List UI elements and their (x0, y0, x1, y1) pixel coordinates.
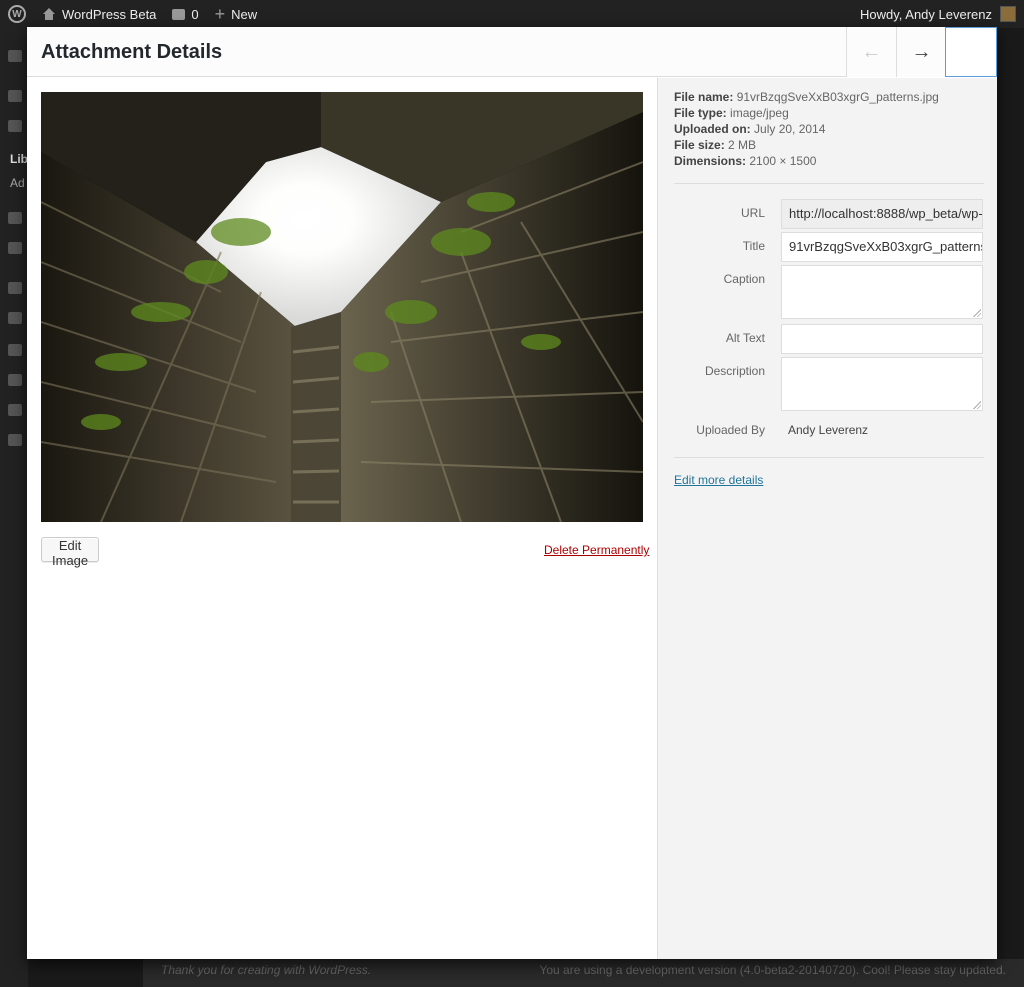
file-info: File name: 91vrBzqgSveXxB03xgrG_patterns… (674, 89, 939, 169)
admin-sidebar: Lib Ad (0, 28, 28, 987)
resize-handle-icon[interactable] (973, 309, 981, 317)
sidebar-add-label: Ad (10, 176, 25, 190)
plugins-icon (8, 312, 22, 324)
file-name-row: File name: 91vrBzqgSveXxB03xgrG_patterns… (674, 89, 939, 105)
dimensions-row: Dimensions: 2100 × 1500 (674, 153, 939, 169)
file-type-value: image/jpeg (730, 106, 789, 120)
file-size-value: 2 MB (728, 138, 757, 152)
attachment-image (41, 92, 643, 522)
edit-more-details-link[interactable]: Edit more details (674, 473, 763, 487)
admin-footer: Thank you for creating with WordPress. Y… (143, 959, 1024, 987)
dashboard-icon (8, 50, 22, 62)
close-button[interactable] (945, 27, 997, 77)
home-icon (42, 8, 56, 20)
file-type-label: File type: (674, 106, 727, 120)
description-label: Description (704, 364, 765, 378)
divider (674, 457, 984, 458)
attachment-details-modal: Attachment Details ← → Edit Image Delete… (27, 27, 997, 959)
previous-button[interactable]: ← (846, 27, 896, 77)
comments-icon (8, 242, 22, 254)
uploaded-by-label: Uploaded By (696, 423, 765, 437)
file-name-value: 91vrBzqgSveXxB03xgrG_patterns.jpg (736, 90, 939, 104)
footer-thanks: Thank you for creating with WordPress. (161, 963, 372, 977)
comments-menu[interactable]: 0 (164, 0, 206, 28)
users-icon (8, 344, 22, 356)
title-field[interactable]: 91vrBzqgSveXxB03xgrG_patterns (781, 232, 983, 262)
sidebar-library-label: Lib (10, 152, 28, 166)
uploaded-by-value: Andy Leverenz (788, 423, 869, 437)
modal-title: Attachment Details (41, 41, 223, 63)
modal-header: Attachment Details ← → (27, 27, 997, 77)
pin-icon (8, 90, 22, 102)
alt-text-field[interactable] (781, 324, 983, 354)
site-name-menu[interactable]: WordPress Beta (34, 0, 164, 28)
plus-icon: + (214, 4, 226, 24)
admin-bar: W WordPress Beta 0 + New Howdy, Andy Lev… (0, 0, 1024, 28)
file-name-label: File name: (674, 90, 734, 104)
title-label: Title (742, 239, 765, 253)
new-content-menu[interactable]: + New (207, 0, 266, 28)
comment-icon (172, 8, 186, 20)
building-photo (41, 92, 643, 522)
resize-handle-icon[interactable] (973, 401, 981, 409)
pages-icon (8, 212, 22, 224)
greeting: Howdy, Andy Leverenz (860, 6, 992, 22)
edit-image-button[interactable]: Edit Image (41, 537, 100, 568)
description-field[interactable] (781, 357, 983, 411)
avatar (1000, 6, 1016, 22)
media-icon (8, 120, 22, 132)
file-type-row: File type: image/jpeg (674, 105, 939, 121)
uploaded-on-label: Uploaded on: (674, 122, 751, 136)
uploaded-on-value: July 20, 2014 (754, 122, 826, 136)
file-size-row: File size: 2 MB (674, 137, 939, 153)
url-label: URL (740, 206, 765, 220)
comment-count: 0 (191, 6, 199, 22)
caption-label: Caption (723, 272, 765, 286)
dimensions-value: 2100 × 1500 (749, 154, 817, 168)
caption-field[interactable] (781, 265, 983, 319)
next-button[interactable]: → (896, 27, 946, 77)
arrow-left-icon: ← (861, 40, 882, 63)
footer-version: You are using a development version (4.0… (539, 963, 1006, 977)
account-menu[interactable]: Howdy, Andy Leverenz (852, 0, 1024, 28)
new-label: New (231, 6, 258, 22)
wp-logo-menu[interactable]: W (0, 0, 34, 28)
file-size-label: File size: (674, 138, 725, 152)
url-field[interactable]: http://localhost:8888/wp_beta/wp-content… (781, 199, 983, 229)
appearance-icon (8, 282, 22, 294)
attachment-details-sidebar: File name: 91vrBzqgSveXxB03xgrG_patterns… (657, 78, 997, 959)
uploaded-on-row: Uploaded on: July 20, 2014 (674, 121, 939, 137)
delete-permanently-link[interactable]: Delete Permanently (544, 543, 649, 557)
alt-text-label: Alt Text (725, 331, 765, 345)
settings-icon (8, 404, 22, 416)
collapse-icon (8, 434, 22, 446)
wordpress-logo-icon: W (8, 5, 26, 23)
dimensions-label: Dimensions: (674, 154, 747, 168)
site-name: WordPress Beta (62, 6, 157, 22)
divider (674, 183, 984, 184)
tools-icon (8, 374, 22, 386)
arrow-right-icon: → (911, 40, 932, 63)
